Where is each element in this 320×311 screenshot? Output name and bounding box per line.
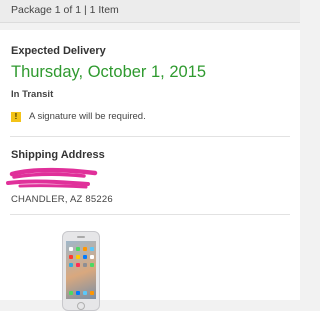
divider xyxy=(10,214,290,215)
shipping-address-heading: Shipping Address xyxy=(11,149,105,161)
signature-note: A signature will be required. xyxy=(29,111,146,122)
divider xyxy=(10,136,290,137)
package-header: Package 1 of 1 | 1 Item xyxy=(0,0,300,23)
package-title: Package 1 of 1 | 1 Item xyxy=(11,4,119,16)
app-icon xyxy=(90,255,94,259)
expected-delivery-heading: Expected Delivery xyxy=(11,45,106,57)
phone-speaker xyxy=(77,236,85,238)
app-icon xyxy=(69,255,73,259)
dock-app-icon xyxy=(90,291,94,295)
app-icon xyxy=(83,247,87,251)
dock-app-icon xyxy=(76,291,80,295)
app-icon xyxy=(69,263,73,267)
dock-app-icon xyxy=(69,291,73,295)
app-icon xyxy=(83,255,87,259)
phone-screen xyxy=(66,241,96,299)
app-icon xyxy=(90,247,94,251)
app-icon xyxy=(76,255,80,259)
address-city-line: CHANDLER, AZ 85226 xyxy=(11,194,113,205)
delivery-status: In Transit xyxy=(11,89,54,100)
app-icon xyxy=(76,263,80,267)
app-icon xyxy=(83,263,87,267)
shipment-details-card: Expected Delivery Thursday, October 1, 2… xyxy=(0,30,300,311)
app-icon xyxy=(76,247,80,251)
phone-icon[interactable] xyxy=(62,231,100,311)
delivery-date: Thursday, October 1, 2015 xyxy=(11,63,207,81)
app-icon xyxy=(69,247,73,251)
warning-icon: ! xyxy=(11,112,21,122)
dock-app-icon xyxy=(83,291,87,295)
app-icon xyxy=(90,263,94,267)
home-button xyxy=(77,302,85,310)
